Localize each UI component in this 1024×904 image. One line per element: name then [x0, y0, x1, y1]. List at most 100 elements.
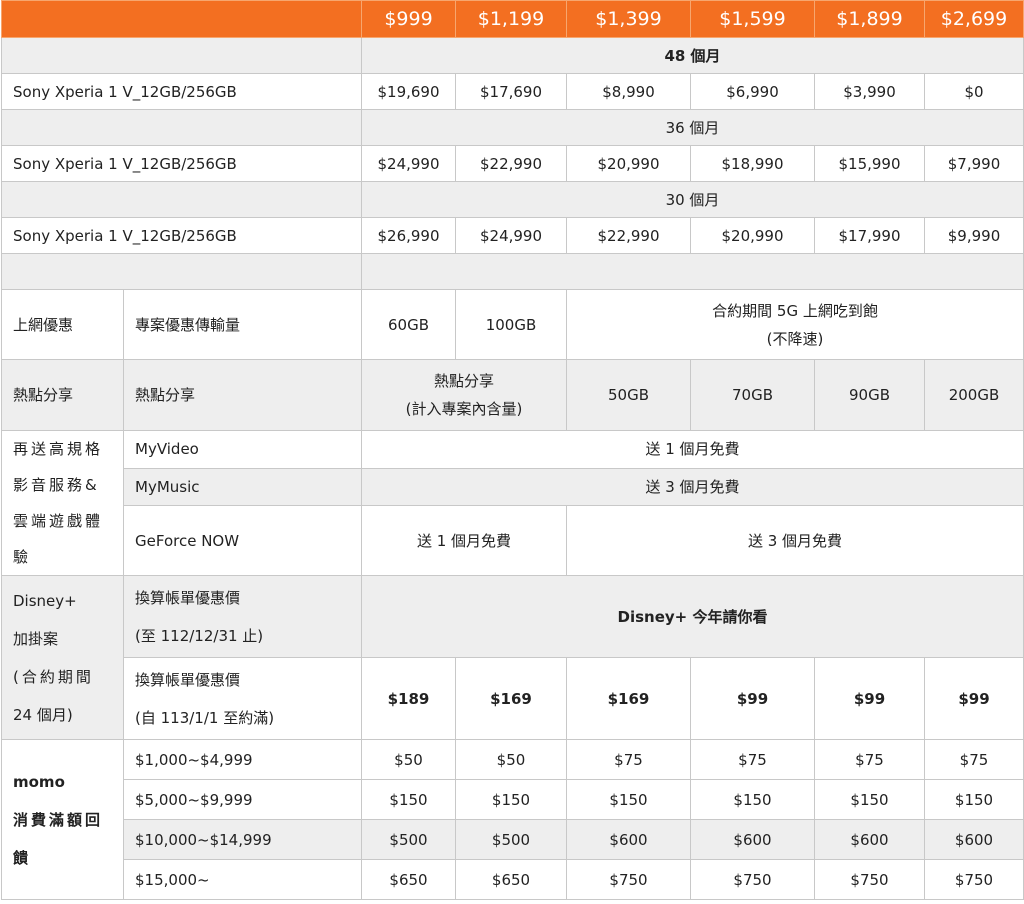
- price-cell: $150: [566, 779, 691, 820]
- price-cell: $750: [690, 859, 815, 900]
- spacer-row: [1, 253, 1024, 290]
- price-cell: $75: [566, 739, 691, 780]
- period-label: 48 個月: [361, 37, 1024, 74]
- offer-value: 送 3 個月免費: [361, 467, 1024, 507]
- spend-range: $1,000~$4,999: [123, 739, 362, 780]
- price-cell: $6,990: [690, 73, 815, 110]
- price-cell: $26,990: [361, 217, 456, 254]
- device-name: Sony Xperia 1 V_12GB/256GB: [1, 73, 362, 110]
- price-cell: $600: [566, 819, 691, 860]
- plan-price: $1,399: [566, 0, 691, 38]
- period-row: 36 個月: [1, 109, 1024, 146]
- price-cell: $20,990: [566, 145, 691, 182]
- device-name: Sony Xperia 1 V_12GB/256GB: [1, 145, 362, 182]
- period-label: 36 個月: [361, 109, 1024, 146]
- momo-row: $5,000~$9,999 $150 $150 $150 $150 $150 $…: [2, 779, 1024, 820]
- price-cell: $150: [361, 779, 456, 820]
- price-cell: $189: [361, 657, 456, 740]
- price-cell: $24,990: [455, 217, 567, 254]
- price-cell: $750: [924, 859, 1024, 900]
- price-cell: $75: [690, 739, 815, 780]
- feature-label: 熱點分享: [123, 359, 362, 431]
- device-name: Sony Xperia 1 V_12GB/256GB: [1, 217, 362, 254]
- price-cell: $600: [690, 819, 815, 860]
- myvideo-row: 再送高規格 影音服務& 雲端遊戲體 驗 MyVideo 送 1 個月免費: [1, 430, 1024, 576]
- category-label: 熱點分享: [1, 359, 124, 431]
- momo-row: $15,000~ $650 $650 $750 $750 $750 $750: [2, 859, 1024, 900]
- price-cell: $50: [455, 739, 567, 780]
- header-blank: [1, 0, 362, 38]
- price-cell: $15,990: [814, 145, 925, 182]
- plan-price: $1,199: [455, 0, 567, 38]
- price-cell: $20,990: [690, 217, 815, 254]
- price-cell: $150: [455, 779, 567, 820]
- period-row: 48 個月: [1, 37, 1024, 74]
- price-cell: $9,990: [924, 217, 1024, 254]
- price-cell: $8,990: [566, 73, 691, 110]
- price-cell: $99: [924, 657, 1024, 740]
- price-cell: $650: [361, 859, 456, 900]
- price-cell: $99: [690, 657, 815, 740]
- disney-offer: Disney+ 今年請你看: [361, 575, 1024, 658]
- price-cell: $750: [566, 859, 691, 900]
- price-cell: $17,990: [814, 217, 925, 254]
- period-label: 30 個月: [361, 181, 1024, 218]
- price-cell: $22,990: [455, 145, 567, 182]
- device-price-row: Sony Xperia 1 V_12GB/256GB $24,990 $22,9…: [1, 145, 1024, 182]
- device-price-row: Sony Xperia 1 V_12GB/256GB $19,690 $17,6…: [1, 73, 1024, 110]
- geforce-row: GeForce NOW 送 1 個月免費 送 3 個月免費: [2, 505, 1024, 576]
- header-row: $999 $1,199 $1,399 $1,599 $1,899 $2,699: [1, 0, 1024, 38]
- price-cell: $0: [924, 73, 1024, 110]
- offer-value: 送 3 個月免費: [566, 505, 1024, 576]
- unlimited-data-cell: 合約期間 5G 上網吃到飽 (不降速): [566, 289, 1024, 360]
- price-cell: $150: [690, 779, 815, 820]
- feature-label: MyMusic: [123, 467, 362, 507]
- price-cell: $750: [814, 859, 925, 900]
- price-cell: $650: [455, 859, 567, 900]
- price-cell: $19,690: [361, 73, 456, 110]
- momo-row: momo 消費滿額回 饋 $1,000~$4,999 $50 $50 $75 $…: [1, 739, 1024, 900]
- plan-price: $999: [361, 0, 456, 38]
- price-cell: $17,690: [455, 73, 567, 110]
- price-cell: $600: [924, 819, 1024, 860]
- price-cell: $75: [924, 739, 1024, 780]
- offer-value: 送 1 個月免費: [361, 505, 567, 576]
- price-cell: $24,990: [361, 145, 456, 182]
- mymusic-row: MyMusic 送 3 個月免費: [2, 467, 1024, 507]
- price-cell: $500: [455, 819, 567, 860]
- hotspot-value: 200GB: [924, 359, 1024, 431]
- period-row: 30 個月: [1, 181, 1024, 218]
- plan-price: $1,899: [814, 0, 925, 38]
- price-cell: $50: [361, 739, 456, 780]
- price-cell: $99: [814, 657, 925, 740]
- price-cell: $150: [814, 779, 925, 820]
- feature-label: 換算帳單優惠價 (至 112/12/31 止): [123, 575, 362, 658]
- data-plan-row: 上網優惠 專案優惠傳輸量 60GB 100GB 合約期間 5G 上網吃到飽 (不…: [1, 289, 1024, 360]
- price-cell: $22,990: [566, 217, 691, 254]
- category-label: 上網優惠: [1, 289, 124, 360]
- data-value: 60GB: [361, 289, 456, 360]
- data-value: 100GB: [455, 289, 567, 360]
- offer-value: 送 1 個月免費: [361, 430, 1024, 469]
- feature-label: 換算帳單優惠價 (自 113/1/1 至約滿): [123, 657, 362, 740]
- plan-price: $1,599: [690, 0, 815, 38]
- plan-comparison-table: $999 $1,199 $1,399 $1,599 $1,899 $2,699 …: [1, 0, 1024, 900]
- media-category-label: 再送高規格 影音服務& 雲端遊戲體 驗: [1, 430, 124, 576]
- price-cell: $7,990: [924, 145, 1024, 182]
- price-cell: $169: [455, 657, 567, 740]
- hotspot-included-cell: 熱點分享 (計入專案內含量): [361, 359, 567, 431]
- momo-row: $10,000~$14,999 $500 $500 $600 $600 $600…: [2, 819, 1024, 860]
- momo-category-label: momo 消費滿額回 饋: [1, 739, 124, 900]
- hotspot-row: 熱點分享 熱點分享 熱點分享 (計入專案內含量) 50GB 70GB 90GB …: [1, 359, 1024, 431]
- price-cell: $600: [814, 819, 925, 860]
- price-cell: $75: [814, 739, 925, 780]
- feature-label: MyVideo: [123, 430, 362, 469]
- price-cell: $3,990: [814, 73, 925, 110]
- disney-row-1: Disney+ 加掛案 (合約期間 24 個月) 換算帳單優惠價 (至 112/…: [1, 575, 1024, 740]
- hotspot-value: 70GB: [690, 359, 815, 431]
- spend-range: $15,000~: [123, 859, 362, 900]
- plan-price: $2,699: [924, 0, 1024, 38]
- spend-range: $10,000~$14,999: [123, 819, 362, 860]
- hotspot-value: 90GB: [814, 359, 925, 431]
- spend-range: $5,000~$9,999: [123, 779, 362, 820]
